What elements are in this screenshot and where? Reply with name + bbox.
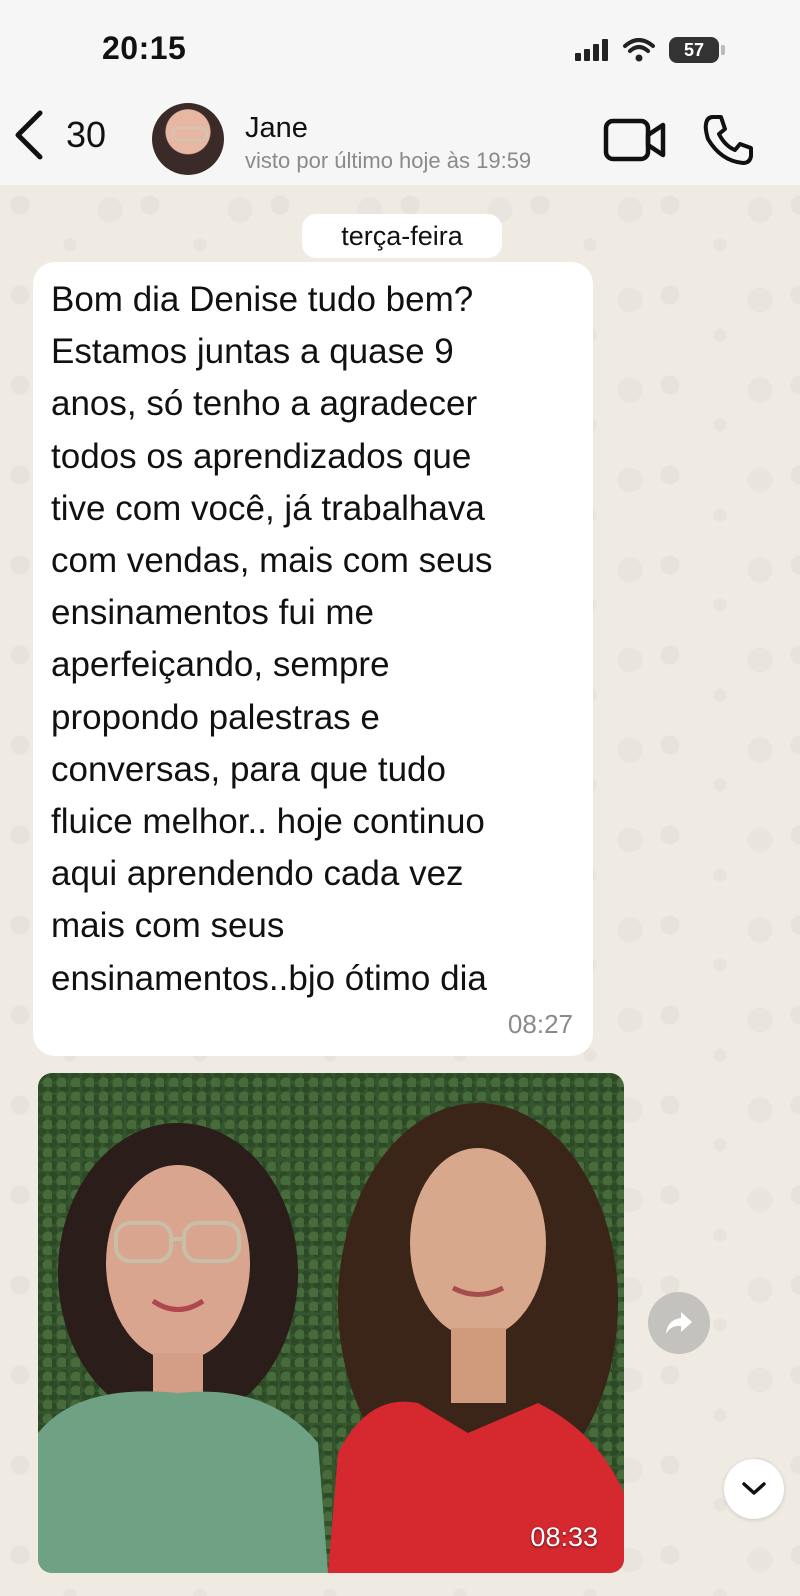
status-time: 20:15 bbox=[102, 30, 187, 66]
contact-name[interactable]: Jane bbox=[245, 112, 308, 145]
message-time: 08:27 bbox=[507, 1009, 573, 1039]
image-time: 08:33 bbox=[530, 1522, 598, 1552]
unread-count: 30 bbox=[66, 114, 107, 155]
wifi-icon bbox=[623, 38, 655, 62]
status-icons: 57 bbox=[575, 32, 725, 68]
forward-button[interactable] bbox=[648, 1292, 710, 1354]
voice-call-button[interactable] bbox=[703, 114, 753, 171]
photo-content bbox=[38, 1103, 624, 1573]
contact-avatar[interactable] bbox=[152, 103, 224, 175]
message-text: Bom dia Denise tudo bem? Estamos juntas … bbox=[51, 280, 493, 998]
phone-icon bbox=[703, 115, 753, 165]
image-message[interactable]: 08:33 bbox=[38, 1073, 624, 1573]
back-button[interactable]: 30 bbox=[14, 110, 106, 160]
scroll-to-bottom-button[interactable] bbox=[724, 1459, 784, 1519]
contact-last-seen: visto por último hoje às 19:59 bbox=[245, 148, 532, 173]
signal-icon bbox=[575, 39, 608, 61]
video-camera-icon bbox=[603, 118, 666, 162]
video-call-button[interactable] bbox=[603, 118, 667, 167]
date-separator: terça-feira bbox=[302, 214, 502, 258]
chevron-left-icon bbox=[15, 110, 43, 160]
message-bubble[interactable]: Bom dia Denise tudo bem? Estamos juntas … bbox=[33, 262, 593, 1056]
battery-indicator: 57 bbox=[669, 37, 725, 63]
chevron-down-icon bbox=[742, 1482, 766, 1495]
chat-header: 20:15 57 30 Jane visto por último hoje à… bbox=[0, 0, 800, 185]
forward-icon bbox=[666, 1312, 692, 1334]
